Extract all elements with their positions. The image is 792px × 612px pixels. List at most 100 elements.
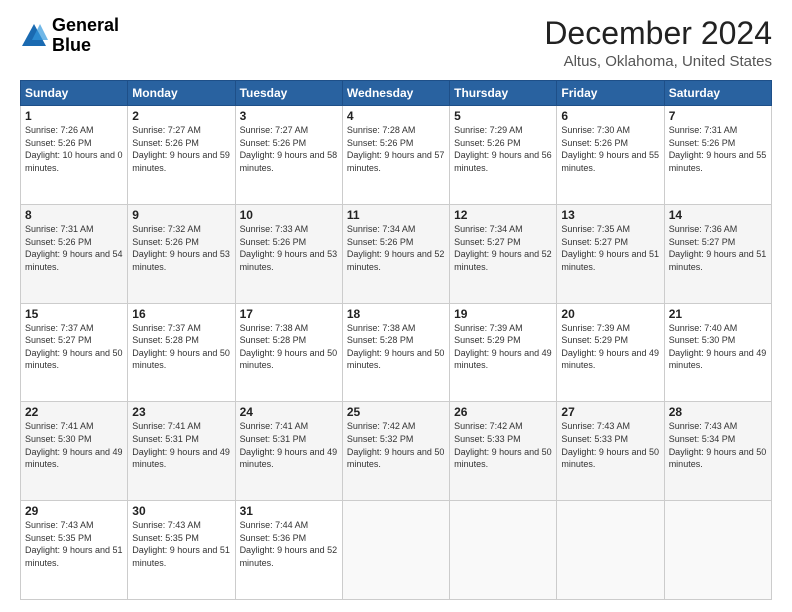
day-info: Sunrise: 7:39 AMSunset: 5:29 PMDaylight:… <box>454 322 552 372</box>
day-number: 7 <box>669 109 767 123</box>
day-number: 13 <box>561 208 659 222</box>
calendar-cell <box>557 501 664 600</box>
calendar-table: SundayMondayTuesdayWednesdayThursdayFrid… <box>20 80 772 600</box>
day-info: Sunrise: 7:27 AMSunset: 5:26 PMDaylight:… <box>240 124 338 174</box>
day-info: Sunrise: 7:44 AMSunset: 5:36 PMDaylight:… <box>240 519 338 569</box>
day-number: 5 <box>454 109 552 123</box>
calendar-cell: 23 Sunrise: 7:41 AMSunset: 5:31 PMDaylig… <box>128 402 235 501</box>
day-number: 17 <box>240 307 338 321</box>
calendar-cell: 25 Sunrise: 7:42 AMSunset: 5:32 PMDaylig… <box>342 402 449 501</box>
day-info: Sunrise: 7:29 AMSunset: 5:26 PMDaylight:… <box>454 124 552 174</box>
calendar-cell: 8 Sunrise: 7:31 AMSunset: 5:26 PMDayligh… <box>21 204 128 303</box>
day-info: Sunrise: 7:36 AMSunset: 5:27 PMDaylight:… <box>669 223 767 273</box>
day-number: 12 <box>454 208 552 222</box>
calendar-cell: 19 Sunrise: 7:39 AMSunset: 5:29 PMDaylig… <box>450 303 557 402</box>
day-info: Sunrise: 7:43 AMSunset: 5:34 PMDaylight:… <box>669 420 767 470</box>
day-number: 23 <box>132 405 230 419</box>
day-number: 26 <box>454 405 552 419</box>
calendar-cell: 3 Sunrise: 7:27 AMSunset: 5:26 PMDayligh… <box>235 106 342 205</box>
day-number: 11 <box>347 208 445 222</box>
calendar-cell: 10 Sunrise: 7:33 AMSunset: 5:26 PMDaylig… <box>235 204 342 303</box>
calendar-cell: 21 Sunrise: 7:40 AMSunset: 5:30 PMDaylig… <box>664 303 771 402</box>
calendar-cell: 17 Sunrise: 7:38 AMSunset: 5:28 PMDaylig… <box>235 303 342 402</box>
calendar-cell <box>342 501 449 600</box>
col-header-wednesday: Wednesday <box>342 81 449 106</box>
calendar-cell: 12 Sunrise: 7:34 AMSunset: 5:27 PMDaylig… <box>450 204 557 303</box>
day-number: 3 <box>240 109 338 123</box>
day-info: Sunrise: 7:41 AMSunset: 5:30 PMDaylight:… <box>25 420 123 470</box>
day-number: 30 <box>132 504 230 518</box>
day-info: Sunrise: 7:38 AMSunset: 5:28 PMDaylight:… <box>347 322 445 372</box>
day-info: Sunrise: 7:32 AMSunset: 5:26 PMDaylight:… <box>132 223 230 273</box>
day-number: 25 <box>347 405 445 419</box>
day-number: 2 <box>132 109 230 123</box>
day-info: Sunrise: 7:37 AMSunset: 5:28 PMDaylight:… <box>132 322 230 372</box>
day-number: 18 <box>347 307 445 321</box>
col-header-monday: Monday <box>128 81 235 106</box>
logo-icon <box>20 22 48 50</box>
day-number: 29 <box>25 504 123 518</box>
calendar-cell: 4 Sunrise: 7:28 AMSunset: 5:26 PMDayligh… <box>342 106 449 205</box>
day-number: 14 <box>669 208 767 222</box>
day-info: Sunrise: 7:30 AMSunset: 5:26 PMDaylight:… <box>561 124 659 174</box>
main-title: December 2024 <box>544 16 772 51</box>
day-number: 8 <box>25 208 123 222</box>
calendar-cell: 30 Sunrise: 7:43 AMSunset: 5:35 PMDaylig… <box>128 501 235 600</box>
header: General Blue December 2024 Altus, Oklaho… <box>20 16 772 70</box>
calendar-cell: 1 Sunrise: 7:26 AMSunset: 5:26 PMDayligh… <box>21 106 128 205</box>
day-number: 31 <box>240 504 338 518</box>
day-number: 4 <box>347 109 445 123</box>
calendar-cell <box>450 501 557 600</box>
day-number: 20 <box>561 307 659 321</box>
day-info: Sunrise: 7:43 AMSunset: 5:35 PMDaylight:… <box>25 519 123 569</box>
day-info: Sunrise: 7:43 AMSunset: 5:33 PMDaylight:… <box>561 420 659 470</box>
calendar-cell: 27 Sunrise: 7:43 AMSunset: 5:33 PMDaylig… <box>557 402 664 501</box>
day-info: Sunrise: 7:35 AMSunset: 5:27 PMDaylight:… <box>561 223 659 273</box>
calendar-cell: 24 Sunrise: 7:41 AMSunset: 5:31 PMDaylig… <box>235 402 342 501</box>
calendar-cell: 22 Sunrise: 7:41 AMSunset: 5:30 PMDaylig… <box>21 402 128 501</box>
day-info: Sunrise: 7:31 AMSunset: 5:26 PMDaylight:… <box>669 124 767 174</box>
day-number: 1 <box>25 109 123 123</box>
day-info: Sunrise: 7:34 AMSunset: 5:27 PMDaylight:… <box>454 223 552 273</box>
day-info: Sunrise: 7:41 AMSunset: 5:31 PMDaylight:… <box>132 420 230 470</box>
calendar-week-3: 15 Sunrise: 7:37 AMSunset: 5:27 PMDaylig… <box>21 303 772 402</box>
col-header-tuesday: Tuesday <box>235 81 342 106</box>
logo-text: General Blue <box>52 16 119 56</box>
calendar-cell: 28 Sunrise: 7:43 AMSunset: 5:34 PMDaylig… <box>664 402 771 501</box>
subtitle: Altus, Oklahoma, United States <box>544 53 772 70</box>
calendar-week-4: 22 Sunrise: 7:41 AMSunset: 5:30 PMDaylig… <box>21 402 772 501</box>
calendar-cell: 11 Sunrise: 7:34 AMSunset: 5:26 PMDaylig… <box>342 204 449 303</box>
col-header-sunday: Sunday <box>21 81 128 106</box>
day-info: Sunrise: 7:26 AMSunset: 5:26 PMDaylight:… <box>25 124 123 174</box>
day-number: 15 <box>25 307 123 321</box>
calendar-cell: 29 Sunrise: 7:43 AMSunset: 5:35 PMDaylig… <box>21 501 128 600</box>
day-info: Sunrise: 7:34 AMSunset: 5:26 PMDaylight:… <box>347 223 445 273</box>
day-number: 10 <box>240 208 338 222</box>
calendar-cell: 15 Sunrise: 7:37 AMSunset: 5:27 PMDaylig… <box>21 303 128 402</box>
day-info: Sunrise: 7:31 AMSunset: 5:26 PMDaylight:… <box>25 223 123 273</box>
calendar-week-1: 1 Sunrise: 7:26 AMSunset: 5:26 PMDayligh… <box>21 106 772 205</box>
logo: General Blue <box>20 16 119 56</box>
day-info: Sunrise: 7:38 AMSunset: 5:28 PMDaylight:… <box>240 322 338 372</box>
calendar-cell: 13 Sunrise: 7:35 AMSunset: 5:27 PMDaylig… <box>557 204 664 303</box>
day-info: Sunrise: 7:43 AMSunset: 5:35 PMDaylight:… <box>132 519 230 569</box>
calendar-cell: 9 Sunrise: 7:32 AMSunset: 5:26 PMDayligh… <box>128 204 235 303</box>
calendar-cell: 31 Sunrise: 7:44 AMSunset: 5:36 PMDaylig… <box>235 501 342 600</box>
calendar-cell: 6 Sunrise: 7:30 AMSunset: 5:26 PMDayligh… <box>557 106 664 205</box>
day-info: Sunrise: 7:41 AMSunset: 5:31 PMDaylight:… <box>240 420 338 470</box>
day-info: Sunrise: 7:33 AMSunset: 5:26 PMDaylight:… <box>240 223 338 273</box>
day-number: 21 <box>669 307 767 321</box>
day-number: 19 <box>454 307 552 321</box>
day-number: 27 <box>561 405 659 419</box>
calendar-week-2: 8 Sunrise: 7:31 AMSunset: 5:26 PMDayligh… <box>21 204 772 303</box>
col-header-thursday: Thursday <box>450 81 557 106</box>
day-info: Sunrise: 7:39 AMSunset: 5:29 PMDaylight:… <box>561 322 659 372</box>
page: General Blue December 2024 Altus, Oklaho… <box>0 0 792 612</box>
calendar-cell: 2 Sunrise: 7:27 AMSunset: 5:26 PMDayligh… <box>128 106 235 205</box>
calendar-cell: 16 Sunrise: 7:37 AMSunset: 5:28 PMDaylig… <box>128 303 235 402</box>
day-number: 9 <box>132 208 230 222</box>
day-number: 28 <box>669 405 767 419</box>
day-number: 24 <box>240 405 338 419</box>
day-info: Sunrise: 7:42 AMSunset: 5:33 PMDaylight:… <box>454 420 552 470</box>
logo-line1: General <box>52 16 119 36</box>
